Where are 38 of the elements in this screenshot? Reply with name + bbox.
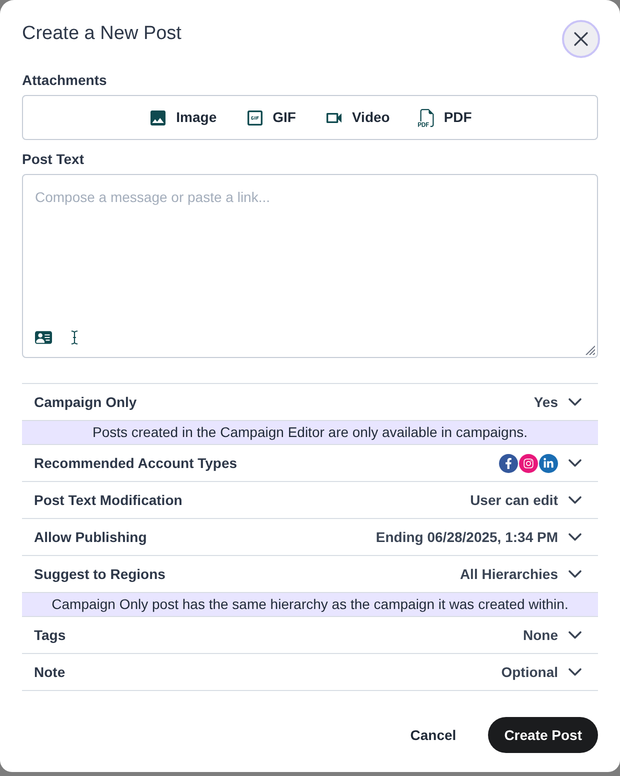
settings-row[interactable]: Tags None bbox=[22, 617, 598, 653]
setting-value: User can edit bbox=[470, 490, 558, 510]
setting-label: Allow Publishing bbox=[34, 528, 147, 547]
setting-value: None bbox=[523, 626, 558, 644]
settings-row[interactable]: Post Text Modification User can edit bbox=[22, 482, 598, 518]
setting-value: Yes bbox=[534, 392, 558, 412]
attachment-button[interactable]: GIF bbox=[244, 107, 296, 128]
setting-label: Campaign Only bbox=[34, 392, 137, 412]
gif-icon bbox=[244, 108, 265, 128]
create-post-button[interactable]: Create Post bbox=[488, 717, 598, 753]
image-icon bbox=[148, 108, 168, 128]
setting-value: All Hierarchies bbox=[460, 564, 558, 584]
setting-value: Optional bbox=[501, 662, 558, 682]
settings-row[interactable]: Allow Publishing Ending 06/28/2025, 1:34 PM bbox=[22, 519, 598, 555]
settings-row[interactable]: Campaign Only Yes bbox=[22, 384, 598, 420]
setting-label: Tags bbox=[34, 626, 66, 645]
info-banner: Campaign Only post has the same hierarchy as the campaign it was created within. bbox=[22, 592, 598, 616]
pdf-file-icon bbox=[418, 108, 436, 126]
contact-card-icon[interactable] bbox=[35, 329, 52, 346]
settings-row[interactable]: Note Optional bbox=[22, 654, 598, 690]
setting-label: Post Text Modification bbox=[34, 490, 182, 510]
post-text-label: Post Text bbox=[22, 150, 85, 169]
settings-row[interactable]: Recommended Account Types bbox=[22, 445, 598, 481]
attachments-label: Attachments bbox=[22, 71, 108, 90]
post-text-field[interactable]: Compose a message or paste a link... bbox=[22, 174, 598, 358]
setting-label: Note bbox=[34, 662, 66, 682]
setting-label: Recommended Account Types bbox=[34, 454, 238, 473]
info-banner: Posts created in the Campaign Editor are only available in campaigns. bbox=[22, 420, 598, 444]
resize-grip-icon[interactable] bbox=[585, 345, 595, 355]
attachment-button[interactable]: Image bbox=[148, 107, 217, 128]
setting-value: Ending 06/28/2025, 1:34 PM bbox=[376, 528, 558, 547]
close-button[interactable] bbox=[562, 20, 600, 58]
dialog-title: Create a New Post bbox=[22, 22, 182, 46]
cancel-button[interactable]: Cancel bbox=[390, 717, 476, 753]
setting-label: Suggest to Regions bbox=[34, 564, 166, 584]
attachment-button[interactable]: Video bbox=[324, 107, 390, 128]
attachment-button[interactable]: PDF bbox=[418, 107, 472, 128]
settings-row[interactable]: Suggest to Regions All Hierarchies bbox=[22, 556, 598, 592]
